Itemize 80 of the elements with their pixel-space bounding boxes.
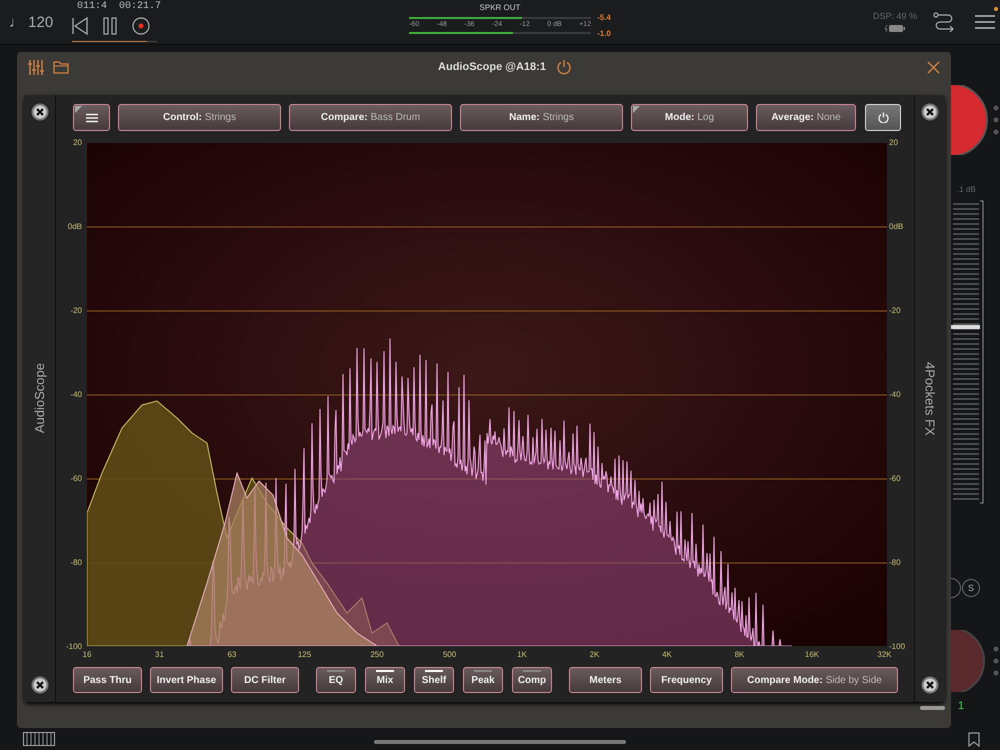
pause-icon[interactable] [103,16,117,34]
toggle-button[interactable]: Peak [463,667,503,693]
axis-label: -80 [69,557,82,569]
routing-icon[interactable] [933,11,956,33]
axis-label: -40 [69,389,82,401]
dsp-label: DSP: 49 % [873,11,918,21]
axis-label: 4K [661,650,673,660]
axis-label: 8K [734,650,746,660]
solo-button[interactable]: S [962,579,980,597]
time-display: 00:21.7 [119,0,162,12]
meter-title: SPKR OUT [480,2,520,12]
rail-label: 4Pockets FX [922,362,938,436]
close-icon [927,60,940,74]
tempo-label: ♩ 120 [9,14,54,30]
knob[interactable] [951,85,991,155]
meter-reading: -1.0 [597,28,611,38]
window-title: AudioScope @A18:1 [438,61,546,73]
axis-label: 250 [369,650,385,660]
screw-icon [921,676,939,694]
action-button[interactable]: Meters [569,667,642,693]
battery-icon [884,24,906,33]
axis-label: 16K [804,650,820,660]
selector-button[interactable]: Compare: Bass Drum [289,104,452,131]
selector-button[interactable]: Control: Strings [118,104,281,131]
axis-label: -80 [889,557,902,569]
axis-label: 1K [516,650,528,660]
selector-button[interactable]: Compare Mode: Side by Side [731,667,898,693]
rewind-icon[interactable] [72,16,88,34]
axis-label: 0dB [889,221,904,233]
axis-label: 500 [442,650,458,660]
axis-label: 2K [588,650,600,660]
bar-position: 011:4 [77,0,108,12]
axis-label: 125 [296,650,312,660]
screw-icon [30,103,48,121]
more-icon[interactable] [993,646,999,676]
axis-label: 20 [72,137,82,149]
power-icon [878,112,888,123]
axis-label: 16 [82,650,92,660]
volume-fader[interactable] [951,200,985,505]
selector-button[interactable]: Mode: Log [631,104,748,131]
action-button[interactable]: DC Filter [231,667,299,693]
bookmark-icon[interactable] [968,732,980,746]
selector-button[interactable]: Average: None [756,104,856,131]
action-button[interactable]: Pass Thru [73,667,142,693]
more-icon[interactable] [993,105,999,135]
screw-icon [921,103,939,121]
axis-label: -20 [69,305,82,317]
track-number: 1 [958,700,966,714]
close-button[interactable] [927,60,940,74]
fader-label: .1 dB [957,185,977,196]
resize-handle[interactable] [920,706,945,710]
folder-icon[interactable] [53,60,69,74]
selector-button[interactable]: Name: Strings [460,104,623,131]
toggle-button[interactable]: EQ [316,667,356,693]
axis-label: 20 [889,137,899,149]
axis-label: -100 [889,641,906,651]
record-icon[interactable] [132,16,150,34]
axis-label: -60 [69,473,82,485]
menu-button[interactable] [73,104,110,131]
axis-label: -40 [889,389,902,401]
axis-label: 31 [154,650,165,660]
menu-icon [86,112,98,122]
axis-label: 0dB [66,221,82,233]
meter-reading: -5.4 [597,12,611,22]
keyboard-icon[interactable] [23,732,55,746]
power-icon[interactable] [556,59,572,75]
axis-label: -20 [889,305,902,317]
power-button[interactable] [865,104,901,131]
axis-label: -100 [64,641,82,653]
action-button[interactable]: Invert Phase [150,667,223,693]
axis-label: 32K [876,650,893,660]
axis-label: -60 [889,473,902,485]
action-button[interactable]: Frequency [650,667,723,693]
toggle-button[interactable]: Mix [365,667,405,693]
axis-label: 63 [226,650,238,660]
rail-label: AudioScope [32,363,47,434]
screw-icon [30,676,48,694]
mixer-icon[interactable] [28,58,45,76]
toggle-button[interactable]: Shelf [414,667,454,693]
toggle-button[interactable]: Comp [512,667,552,693]
